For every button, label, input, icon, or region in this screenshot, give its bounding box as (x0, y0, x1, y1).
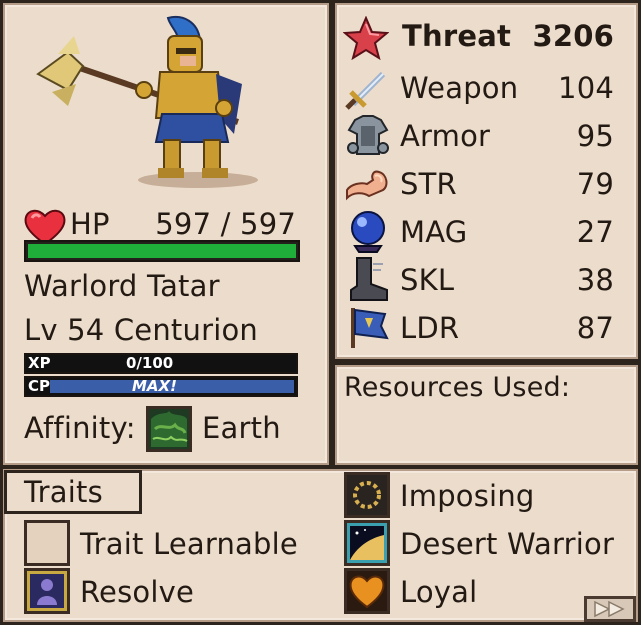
stat-value-str: 79 (576, 167, 614, 201)
cp-bar: CP MAX! (24, 376, 298, 397)
hp-bar (24, 240, 300, 262)
earth-affinity-icon (146, 406, 192, 452)
xp-label: XP (28, 354, 51, 372)
resolve-icon[interactable] (24, 568, 70, 614)
unit-level-class: Lv 54 Centurion (24, 313, 258, 347)
stat-value-mag: 27 (576, 215, 614, 249)
boot-icon (350, 257, 388, 301)
affinity-value: Earth (202, 411, 281, 445)
cp-value: MAX! (132, 377, 177, 395)
trait-label: Trait Learnable (80, 527, 298, 561)
stat-label-ldr: LDR (400, 311, 460, 345)
hp-value: 597 / 597 (155, 207, 296, 241)
xp-value: 0/100 (126, 354, 174, 372)
heart-icon[interactable] (344, 568, 390, 614)
resources-label: Resources Used: (344, 372, 571, 403)
fast-forward-icon (594, 600, 625, 618)
trait-label: Resolve (80, 575, 195, 609)
threat-value: 3206 (532, 19, 614, 53)
xp-bar: XP 0/100 (24, 353, 298, 374)
next-button[interactable] (584, 596, 636, 622)
stat-label-str: STR (400, 167, 457, 201)
star-icon (343, 16, 389, 60)
unit-name: Warlord Tatar (24, 269, 220, 303)
stat-label-mag: MAG (400, 215, 468, 249)
stat-value-ldr: 87 (576, 311, 614, 345)
affinity-label: Affinity: (24, 411, 136, 445)
crystal-ball-icon (351, 211, 385, 253)
flexed-arm-icon (346, 170, 388, 201)
stat-value-armor: 95 (576, 119, 614, 153)
stat-value-skl: 38 (576, 263, 614, 297)
desert-icon[interactable] (344, 520, 390, 566)
trait-label: Loyal (400, 575, 478, 609)
trait-label: Imposing (400, 479, 535, 513)
banner-icon (351, 308, 389, 348)
sword-icon (345, 71, 386, 110)
stat-label-weapon: Weapon (400, 71, 519, 105)
trait-label: Desert Warrior (400, 527, 615, 561)
empty-slot-icon[interactable] (24, 520, 70, 566)
stat-label-skl: SKL (400, 263, 455, 297)
knight-portrait-icon (36, 16, 258, 188)
stat-value-weapon: 104 (558, 71, 614, 105)
hp-label: HP (70, 207, 110, 241)
hp-bar-fill (28, 244, 296, 258)
imposing-icon[interactable] (344, 472, 390, 518)
armor-icon (347, 115, 389, 155)
traits-tab-label: Traits (24, 475, 103, 509)
cp-label: CP (28, 377, 51, 395)
threat-label: Threat (402, 19, 512, 53)
stat-label-armor: Armor (400, 119, 491, 153)
